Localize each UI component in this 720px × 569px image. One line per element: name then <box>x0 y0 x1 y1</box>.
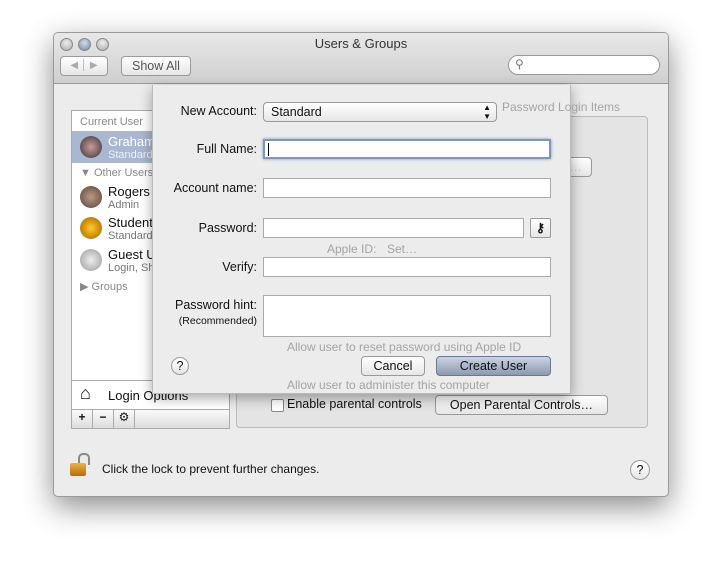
password-hint-input[interactable] <box>263 295 551 337</box>
account-type-select[interactable]: Standard ▲ ▼ <box>263 102 497 122</box>
avatar <box>80 186 102 208</box>
user-role: Standard <box>108 149 153 161</box>
back-forward-buttons[interactable]: ◀ │ ▶ <box>60 56 108 76</box>
parental-controls-checkbox[interactable] <box>271 399 284 412</box>
remove-user-button[interactable]: − <box>93 410 114 428</box>
gear-icon[interactable]: ⚙ <box>114 410 135 428</box>
window-title: Users & Groups <box>314 36 408 51</box>
reset-password-checkbox[interactable]: Allow user to reset password using Apple… <box>287 340 521 354</box>
show-all-button[interactable]: Show All <box>121 56 191 76</box>
disclosure-down-icon: ▼ <box>80 167 94 179</box>
user-name: Rogers <box>108 184 150 199</box>
verify-label: Verify: <box>222 260 257 274</box>
house-icon: ⌂ <box>80 383 91 403</box>
avatar <box>80 249 102 271</box>
forward-icon[interactable]: ▶ <box>90 60 98 71</box>
create-user-button[interactable]: Create User <box>436 356 551 376</box>
verify-input[interactable] <box>263 257 551 277</box>
user-role: Standard <box>108 230 153 242</box>
full-name-input[interactable] <box>263 139 551 159</box>
user-role: Admin <box>108 199 140 211</box>
title-bar: Users & Groups ◀ │ ▶ Show All ⚲ <box>54 33 668 84</box>
help-button[interactable]: ? <box>630 460 650 480</box>
password-label: Password: <box>198 221 257 235</box>
users-groups-window: Users & Groups ◀ │ ▶ Show All ⚲ Current … <box>53 32 669 497</box>
apple-id-label: Apple ID: <box>327 242 377 256</box>
open-parental-controls-button[interactable]: Open Parental Controls… <box>435 395 608 415</box>
recommended-label: (Recommended) <box>178 315 257 327</box>
disclosure-right-icon: ▶ <box>80 281 92 293</box>
account-name-label: Account name: <box>173 181 257 195</box>
groups-header[interactable]: ▶ Groups <box>80 280 128 293</box>
password-input[interactable] <box>263 218 524 238</box>
parental-controls-label: Enable parental controls <box>287 397 422 411</box>
account-name-input[interactable] <box>263 178 551 198</box>
avatar <box>80 136 102 158</box>
stepper-arrows-icon: ▲ ▼ <box>483 103 491 121</box>
current-user-header: Current User <box>80 116 143 128</box>
avatar <box>80 217 102 239</box>
apple-id-set-button[interactable]: Set… <box>387 242 417 256</box>
lock-icon[interactable] <box>70 453 90 477</box>
administer-checkbox[interactable]: Allow user to administer this computer <box>287 378 490 392</box>
new-account-label: New Account: <box>180 104 257 118</box>
cancel-button[interactable]: Cancel <box>361 356 425 376</box>
password-hint-label: Password hint: <box>175 298 257 312</box>
password-assistant-key-icon[interactable]: ⚷ <box>530 218 551 238</box>
other-users-header[interactable]: ▼ Other Users <box>80 167 153 179</box>
add-user-button[interactable]: + <box>72 410 93 428</box>
back-icon[interactable]: ◀ <box>70 60 78 71</box>
search-icon: ⚲ <box>515 57 524 71</box>
tab-bar[interactable]: Password Login Items <box>502 100 620 114</box>
list-controls: + − ⚙ <box>71 409 230 429</box>
search-input[interactable]: ⚲ <box>508 55 660 75</box>
help-button[interactable]: ? <box>171 357 189 375</box>
user-name: Student <box>108 215 153 230</box>
user-name: Graham <box>108 134 155 149</box>
full-name-label: Full Name: <box>196 142 257 156</box>
lock-status-text: Click the lock to prevent further change… <box>102 462 320 476</box>
